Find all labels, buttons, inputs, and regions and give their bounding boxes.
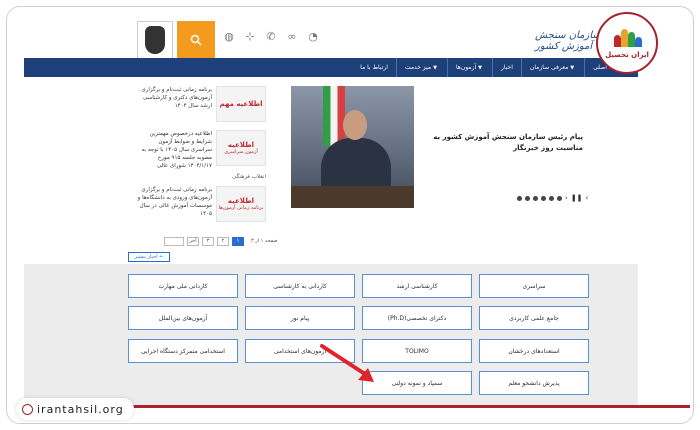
red-arrow-icon [320,344,374,382]
slider-next-icon[interactable]: › [565,194,568,202]
phone-icon[interactable]: ✆ [265,31,277,43]
nav-item-service-desk[interactable]: میز خدمت ▼ [395,58,447,77]
sitemap-icon[interactable]: ⊹ [244,31,256,43]
link-icon[interactable]: ∞ [286,31,298,43]
slider-controls: › ❚❚ ‹ [517,194,588,202]
site-url-pill: irantahsil.org [16,398,134,420]
page-button[interactable]: ۳ [202,236,214,246]
pagination: صفحه ۱ از ۳ ۱ ۲ ۳ آخر [164,236,278,246]
globe-icon [22,403,33,415]
rss-icon[interactable]: ◔ [307,31,319,43]
quick-link-button[interactable]: کاردانی به کارشناسی [245,274,355,298]
page-button[interactable]: ۲ [217,236,229,246]
quick-link-button[interactable]: کارشناسی ارشد [362,274,472,298]
quick-link-button[interactable]: پیام نور [245,306,355,330]
more-news-button[interactable]: اخبار بیشتر ← [128,252,170,262]
nav-item-about[interactable]: معرفی سازمان ▼ [520,58,584,77]
quick-link-button[interactable]: آزمون‌های بین‌الملل [128,306,238,330]
page-button[interactable]: ۱ [232,236,244,246]
utility-icons: ◍ ⊹ ✆ ∞ ◔ [223,31,319,43]
page-input[interactable] [164,236,184,246]
nav-item-contact[interactable]: ارتباط با ما [352,58,396,77]
badge-label: ایران تحصیل [605,51,649,59]
search-icon [190,34,202,46]
brand-badge: ایران تحصیل [596,12,658,74]
quick-link-button[interactable]: دکترای تخصصی(Ph.D) [362,306,472,330]
quick-link-button[interactable]: استعدادهای درخشان [479,339,589,363]
news-thumbnail[interactable]: اطلاعیه مهم [216,86,266,122]
search-button[interactable] [177,21,215,59]
news-thumbnail[interactable]: اطلاعیه آزمون سراسری [216,130,266,166]
emblem-icon [137,21,173,59]
slider-dot[interactable] [541,195,546,201]
slider-prev-icon[interactable]: ‹ [586,194,589,202]
slider-dot[interactable] [557,195,562,201]
quick-link-button[interactable]: جامع علمی کاربردی [479,306,589,330]
quick-links-panel: سراسری کارشناسی ارشد کاردانی به کارشناسی… [24,264,638,406]
quick-link-button[interactable]: سراسری [479,274,589,298]
quick-link-button[interactable]: استخدامی متمرکز دستگاه اجرایی [128,339,238,363]
quick-link-button[interactable]: کاردانی ملی مهارت [128,274,238,298]
nav-item-news[interactable]: اخبار [492,58,521,77]
site-url: irantahsil.org [37,402,124,416]
main-nav: صفحه اصلی معرفی سازمان ▼ اخبار آزمون‌ها … [24,58,638,77]
page-info: صفحه ۱ از ۳ [251,238,278,244]
nav-item-exams[interactable]: آزمون‌ها ▼ [446,58,492,77]
chevron-down-icon: ▼ [433,65,437,71]
slider-dot[interactable] [533,195,538,201]
slider-pause-icon[interactable]: ❚❚ [571,194,583,202]
slider-dot[interactable] [517,195,522,201]
slider-dot[interactable] [549,195,554,201]
globe-icon[interactable]: ◍ [223,31,235,43]
news-thumbnail[interactable]: اطلاعیه برنامه زمانی آزمون‌ها [216,186,266,222]
footer-divider [50,405,690,408]
quick-link-button[interactable]: پذیرش دانشجو معلم [479,371,589,395]
last-page-button[interactable]: آخر [187,236,199,246]
slider-dot[interactable] [525,195,530,201]
slide-image[interactable] [291,86,414,208]
slide-caption[interactable]: پیام رئیس سازمان سنجش آموزش کشور به مناس… [423,132,583,154]
news-slider: پیام رئیس سازمان سنجش آموزش کشور به مناس… [291,86,589,208]
graduation-books-icon [612,27,642,47]
quick-link-button[interactable]: TOLIMO [362,339,472,363]
chevron-down-icon: ▼ [478,65,482,71]
quick-link-button[interactable]: سمپاد و نمونه دولتی [362,371,472,395]
chevron-down-icon: ▼ [570,65,575,71]
